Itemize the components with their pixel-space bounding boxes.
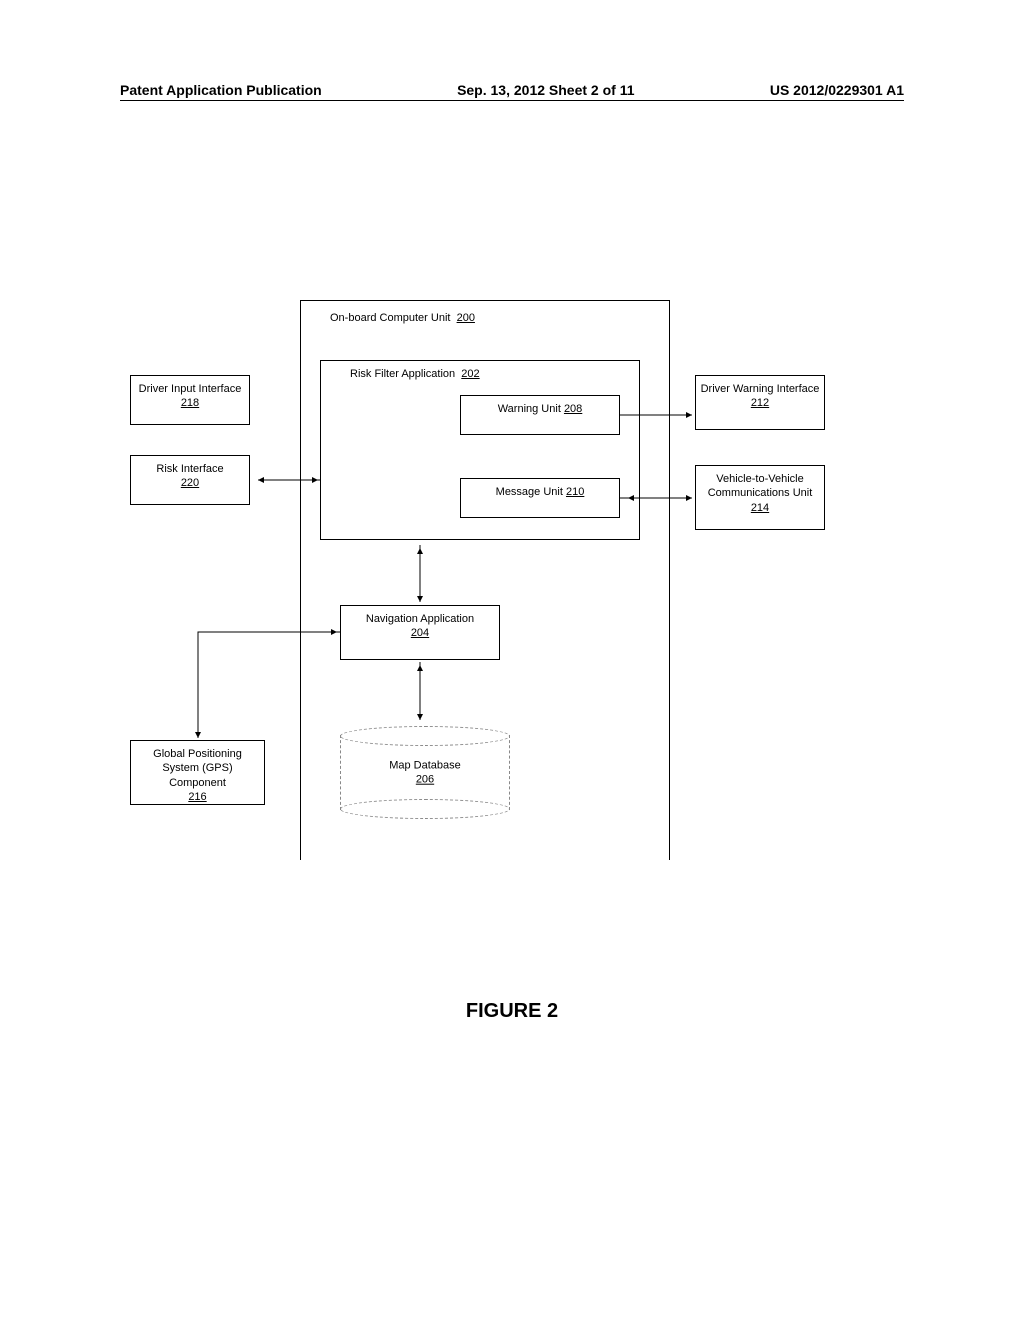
header-right: US 2012/0229301 A1 [770, 82, 904, 98]
figure-caption: FIGURE 2 [0, 1000, 1024, 1023]
header-center: Sep. 13, 2012 Sheet 2 of 11 [457, 82, 634, 98]
page-header: Patent Application Publication Sep. 13, … [120, 82, 904, 101]
block-diagram: On-board Computer Unit 200 Risk Filter A… [130, 300, 890, 860]
connector-arrows [130, 300, 890, 860]
header-left: Patent Application Publication [120, 82, 322, 98]
